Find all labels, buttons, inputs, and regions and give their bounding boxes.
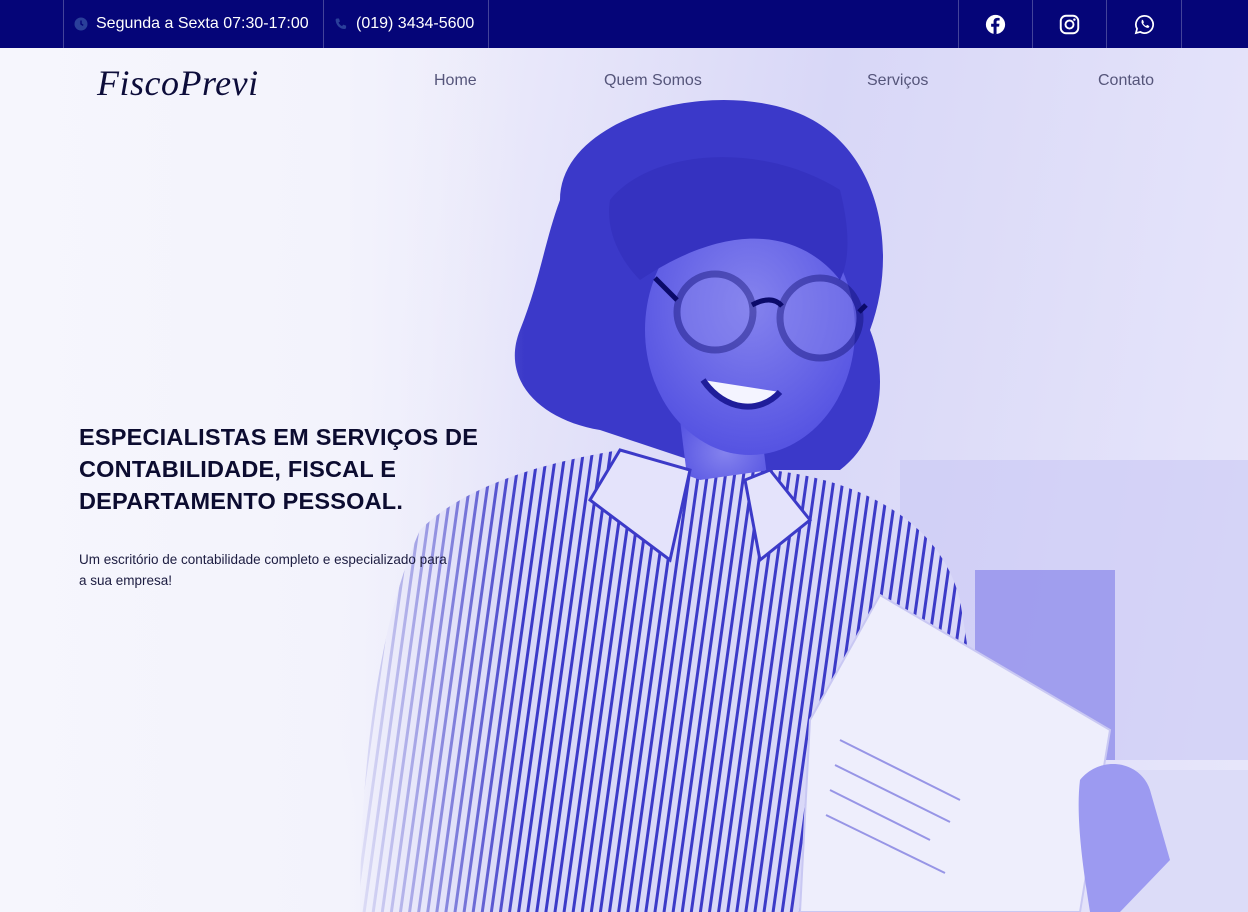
business-hours: Segunda a Sexta 07:30-17:00 [63, 0, 324, 48]
business-hours-text: Segunda a Sexta 07:30-17:00 [96, 15, 309, 32]
facebook-link[interactable] [958, 0, 1032, 48]
phone-contact[interactable]: (019) 3434-5600 [323, 0, 489, 48]
top-bar: Segunda a Sexta 07:30-17:00 (019) 3434-5… [0, 0, 1248, 48]
hero-headline: ESPECIALISTAS EM SERVIÇOS DE CONTABILIDA… [79, 424, 479, 514]
nav-servicos[interactable]: Serviços [867, 72, 928, 90]
hero-subtitle: Um escritório de contabilidade completo … [79, 552, 447, 588]
nav-home[interactable]: Home [434, 72, 477, 90]
phone-number: (019) 3434-5600 [356, 15, 475, 32]
whatsapp-icon [1134, 14, 1154, 34]
whatsapp-link[interactable] [1106, 0, 1182, 48]
nav-quem-somos[interactable]: Quem Somos [604, 72, 702, 90]
instagram-link[interactable] [1032, 0, 1106, 48]
phone-icon [334, 17, 348, 31]
clock-icon [74, 17, 88, 31]
brand-logo[interactable]: FiscoPrevi [97, 62, 259, 104]
instagram-icon [1059, 14, 1080, 34]
facebook-icon [985, 14, 1006, 34]
nav-contato[interactable]: Contato [1098, 72, 1154, 90]
hero-section: FiscoPrevi Home Quem Somos Serviços Cont… [0, 48, 1248, 912]
